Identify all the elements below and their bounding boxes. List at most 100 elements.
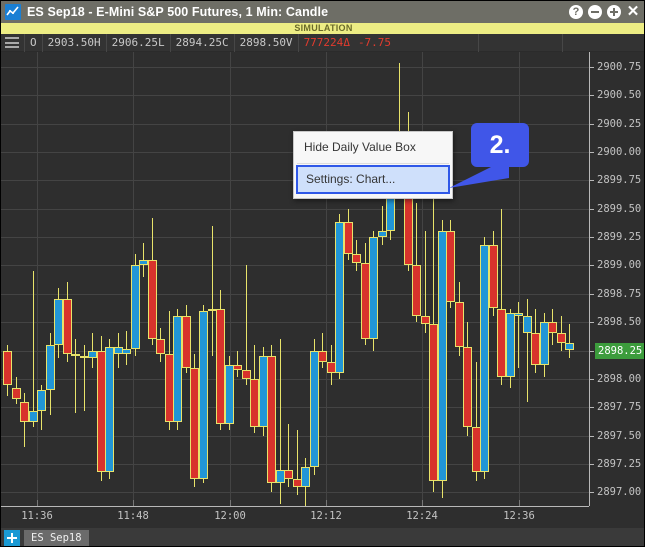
candle-wick — [84, 344, 85, 411]
minimize-icon[interactable] — [588, 5, 602, 19]
delta-value: -7.75 — [357, 35, 392, 49]
chart-tab-es-sep18[interactable]: ES Sep18 — [24, 530, 89, 546]
window-title-bar: ES Sep18 - E-Mini S&P 500 Futures, 1 Min… — [1, 1, 644, 23]
candlestick — [71, 52, 80, 506]
candle-body — [446, 231, 455, 302]
candlestick — [412, 52, 421, 506]
time-axis-label: 12:12 — [310, 510, 342, 522]
candle-body — [216, 308, 225, 425]
candlestick — [156, 52, 165, 506]
callout-number: 2. — [489, 130, 511, 159]
candle-body — [514, 313, 523, 317]
candle-body — [548, 322, 557, 334]
window-controls: ? ✕ — [569, 4, 644, 19]
candlestick — [548, 52, 557, 506]
candle-wick — [237, 350, 238, 377]
candlestick — [318, 52, 327, 506]
close-icon[interactable]: ✕ — [626, 4, 640, 19]
price-tick — [590, 124, 594, 125]
menu-item-settings-chart[interactable]: Settings: Chart... — [296, 165, 450, 194]
candlestick — [54, 52, 63, 506]
candle-body — [318, 350, 327, 362]
time-axis[interactable]: 11:36 11:48 12:00 12:12 12:24 12:36 — [1, 500, 644, 528]
add-chart-icon[interactable] — [4, 530, 20, 546]
candle-body — [412, 265, 421, 317]
candle-wick — [212, 225, 213, 357]
hamburger-icon[interactable] — [5, 37, 19, 48]
candlestick — [190, 52, 199, 506]
ohlc-open: O — [24, 33, 43, 52]
candle-body — [267, 356, 276, 484]
price-tick — [590, 209, 594, 210]
current-price-label: 2898.25 — [595, 343, 644, 359]
candlestick — [480, 52, 489, 506]
candlestick — [565, 52, 574, 506]
context-menu[interactable]: Hide Daily Value Box Settings: Chart... — [293, 131, 453, 199]
candle-body — [463, 347, 472, 427]
candle-wick — [75, 339, 76, 413]
ohlc-data-bar: O 2903.50H 2906.25L 2894.25C 2898.50V 77… — [1, 33, 644, 52]
price-axis-label: 2897.25 — [597, 458, 642, 470]
price-axis-label: 2899.50 — [597, 203, 642, 215]
data-bar-spacer-1 — [396, 33, 480, 52]
price-tick — [590, 492, 594, 493]
time-tick — [422, 500, 423, 506]
candle-body — [20, 401, 29, 422]
candlestick — [335, 52, 344, 506]
candlestick — [250, 52, 259, 506]
candle-wick — [518, 301, 519, 368]
price-axis-label: 2897.50 — [597, 430, 642, 442]
candle-body — [122, 349, 131, 354]
price-axis-label: 2900.75 — [597, 61, 642, 73]
candle-body — [284, 469, 293, 479]
price-tick — [590, 67, 594, 68]
callout-badge-2: 2. — [471, 123, 529, 167]
candlestick — [352, 52, 361, 506]
candle-wick — [527, 299, 528, 402]
time-axis-line — [1, 506, 589, 507]
candle-body — [429, 324, 438, 482]
candlestick — [20, 52, 29, 506]
help-icon[interactable]: ? — [569, 5, 583, 19]
candlestick — [3, 52, 12, 506]
window-title: ES Sep18 - E-Mini S&P 500 Futures, 1 Min… — [27, 5, 329, 19]
candlestick — [386, 52, 395, 506]
candlestick — [233, 52, 242, 506]
price-tick — [590, 237, 594, 238]
candlestick — [429, 52, 438, 506]
candlestick — [531, 52, 540, 506]
candle-body — [352, 254, 361, 264]
candle-body — [173, 316, 182, 422]
candle-body — [190, 367, 199, 479]
line-chart-icon — [5, 4, 21, 20]
maximize-icon[interactable] — [607, 5, 621, 19]
candlestick — [88, 52, 97, 506]
candle-body — [71, 353, 80, 357]
price-tick — [590, 351, 594, 352]
price-axis-label: 2898.50 — [597, 316, 642, 328]
menu-item-hide-daily-value-box[interactable]: Hide Daily Value Box — [294, 132, 452, 163]
ohlc-volume: 777224 — [303, 35, 344, 49]
chart-plot-area[interactable] — [1, 52, 589, 506]
chart-window: ES Sep18 - E-Mini S&P 500 Futures, 1 Min… — [0, 0, 645, 547]
price-axis[interactable]: 2900.75 2900.50 2900.25 2900.00 2899.75 2899.… — [589, 52, 644, 506]
data-bar-spacer-3 — [563, 34, 644, 52]
candle-body — [105, 347, 114, 472]
candle-wick — [382, 206, 383, 245]
delta-symbol: Δ — [343, 35, 350, 49]
candlestick — [497, 52, 506, 506]
price-tick — [590, 95, 594, 96]
price-axis-label: 2897.75 — [597, 401, 642, 413]
price-tick — [590, 180, 594, 181]
candlestick — [395, 52, 404, 506]
candle-wick — [246, 265, 247, 385]
time-axis-label: 12:36 — [503, 510, 535, 522]
time-tick — [230, 500, 231, 506]
price-tick — [590, 322, 594, 323]
candle-body — [54, 299, 63, 345]
price-tick — [590, 265, 594, 266]
candle-body — [497, 308, 506, 377]
candle-body — [250, 378, 259, 427]
candlestick — [514, 52, 523, 506]
simulation-banner: SIMULATION — [1, 23, 644, 34]
